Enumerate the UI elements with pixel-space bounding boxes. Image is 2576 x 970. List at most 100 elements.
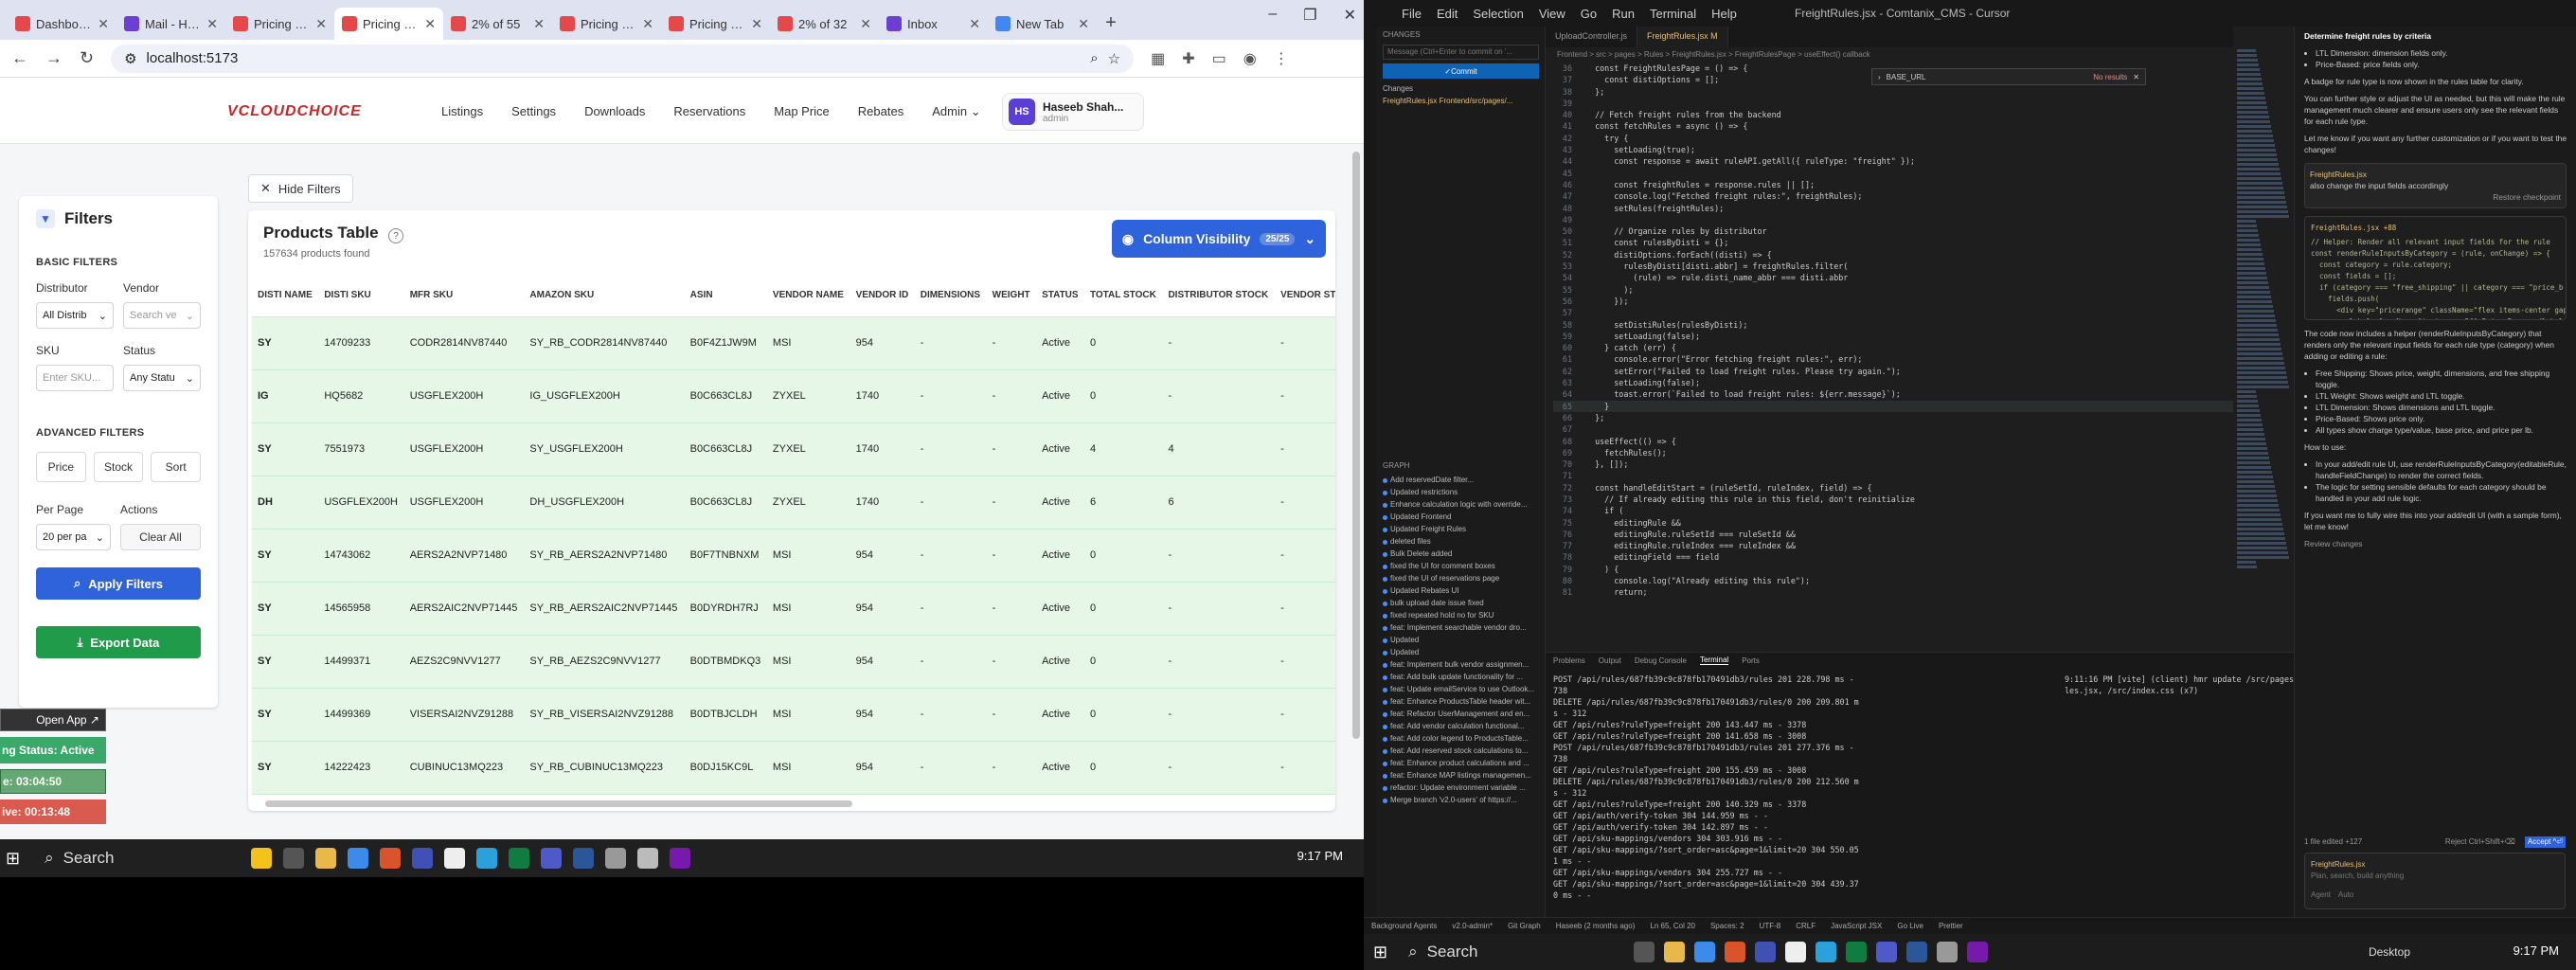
menu-item-edit[interactable]: Edit xyxy=(1437,7,1458,21)
task-view-icon[interactable] xyxy=(283,848,305,869)
code-line[interactable]: 61 console.error("Error fetching freight… xyxy=(1553,353,2233,365)
column-header[interactable]: VENDOR NAME xyxy=(766,275,850,317)
horizontal-scrollbar[interactable] xyxy=(265,800,852,807)
menu-item-selection[interactable]: Selection xyxy=(1473,7,1523,21)
code-line[interactable]: 45 xyxy=(1553,168,2233,179)
close-tab-icon[interactable]: ✕ xyxy=(424,16,436,32)
browser-tab[interactable]: Dashboard ✕ xyxy=(8,8,116,40)
code-line[interactable]: 67 xyxy=(1553,423,2233,435)
app-icon[interactable] xyxy=(412,848,434,869)
table-row[interactable]: SY 7551973 USGFLEX200H SY_USGFLEX200H B0C663… xyxy=(252,422,1335,476)
code-line[interactable]: 79 ) { xyxy=(1553,564,2233,575)
excel-icon[interactable] xyxy=(1846,942,1868,962)
menu-item-file[interactable]: File xyxy=(1402,7,1422,21)
code-line[interactable]: 49 xyxy=(1553,214,2233,225)
code-line[interactable]: 57 xyxy=(1553,307,2233,318)
table-row[interactable]: DH USGFLEX200H USGFLEX200H DH_USGFLEX200H B0… xyxy=(252,476,1335,530)
commit-entry[interactable]: Bulk Delete added xyxy=(1377,548,1545,560)
menu-item-go[interactable]: Go xyxy=(1581,7,1597,21)
browser-tab[interactable]: Pricing Calculator ✕ xyxy=(225,8,334,40)
code-line[interactable]: 53 rulesByDisti[disti.abbr] = freightRul… xyxy=(1553,260,2233,272)
windows-start-icon[interactable]: ⊞ xyxy=(1373,943,1387,962)
restore-checkpoint-button[interactable]: Restore checkpoint xyxy=(2310,191,2561,203)
code-line[interactable]: 71 xyxy=(1553,470,2233,481)
status-item[interactable]: Background Agents xyxy=(1371,922,1437,930)
code-line[interactable]: 69 fetchRules(); xyxy=(1553,447,2233,458)
commit-entry[interactable]: refactor: Update environment variable ..… xyxy=(1377,781,1545,794)
close-icon[interactable]: ✕ xyxy=(2133,73,2139,81)
browser-tab[interactable]: Inbox ✕ xyxy=(879,8,988,40)
table-row[interactable]: SY 14709233 CODR2814NV87440 SY_RB_CODR2814N… xyxy=(252,316,1335,370)
commit-entry[interactable]: Updated xyxy=(1377,646,1545,658)
table-row[interactable]: SY 14499369 VISERSAI2NVZ91288 SY_RB_VISERSA… xyxy=(252,688,1335,742)
table-row[interactable]: SY 14743062 AERS2A2NVP71480 SY_RB_AERS2A2NV… xyxy=(252,529,1335,583)
puzzle-icon[interactable]: ✚ xyxy=(1182,49,1194,68)
open-app-button[interactable]: Open App ↗ xyxy=(0,709,106,731)
accept-button[interactable]: Accept ^⏎ xyxy=(2524,836,2566,848)
extensions-icon[interactable]: ▦ xyxy=(1151,49,1165,68)
code-line[interactable]: 55 ); xyxy=(1553,284,2233,296)
price-filter-button[interactable]: Price xyxy=(36,452,86,482)
code-line[interactable]: 54 (rule) => rule.disti_name_abbr === di… xyxy=(1553,272,2233,283)
agent-mode-select[interactable]: Agent xyxy=(2311,889,2331,901)
task-view-icon[interactable] xyxy=(1634,942,1655,962)
code-line[interactable]: 66 }; xyxy=(1553,412,2233,423)
chrome-icon[interactable] xyxy=(1694,942,1716,962)
code-line[interactable]: 46 const freightRules = response.rules |… xyxy=(1553,179,2233,190)
clear-all-button[interactable]: Clear All xyxy=(120,524,201,550)
column-header[interactable]: DISTI NAME xyxy=(252,275,319,317)
commit-entry[interactable]: fixed the UI of reservations page xyxy=(1377,572,1545,584)
hide-filters-button[interactable]: ✕ Hide Filters xyxy=(248,174,353,203)
app-icon[interactable] xyxy=(476,848,498,869)
commit-entry[interactable]: feat: Add vendor calculation functional.… xyxy=(1377,720,1545,732)
taskbar-clock[interactable]: 9:17 PM xyxy=(1297,849,1343,863)
commit-entry[interactable]: Updated xyxy=(1377,634,1545,646)
close-tab-icon[interactable]: ✕ xyxy=(642,16,653,32)
context-file-chip[interactable]: FreightRules.jsx xyxy=(2311,859,2559,871)
sidebar-icon[interactable]: ▭ xyxy=(1212,49,1226,68)
code-line[interactable]: 42 try { xyxy=(1553,133,2233,144)
word-icon[interactable] xyxy=(573,848,595,869)
taskbar-clock[interactable]: 9:17 PM xyxy=(2513,943,2559,958)
column-visibility-button[interactable]: ◉ Column Visibility 25/25 ⌄ xyxy=(1112,220,1326,258)
files-edited[interactable]: 1 file edited +127 xyxy=(2304,836,2362,848)
commit-entry[interactable]: feat: Enhance ProductsTable header wit..… xyxy=(1377,695,1545,708)
chrome-icon[interactable] xyxy=(348,848,369,869)
taskbar-search[interactable]: ⌕ Search xyxy=(1397,938,1624,966)
changes-heading[interactable]: Changes xyxy=(1377,82,1545,95)
app-icon[interactable] xyxy=(1755,942,1777,962)
commit-entry[interactable]: Merge branch 'v2.0-users' of https://... xyxy=(1377,794,1545,806)
excel-icon[interactable] xyxy=(509,848,530,869)
code-line[interactable]: 73 // If already editing this rule in th… xyxy=(1553,494,2233,505)
menu-item-run[interactable]: Run xyxy=(1612,7,1635,21)
app-icon[interactable] xyxy=(605,848,627,869)
panel-tab-problems[interactable]: Problems xyxy=(1553,656,1585,665)
status-item[interactable]: UTF-8 xyxy=(1760,922,1781,930)
vendor-search-input[interactable]: Search ve ⌄ xyxy=(123,302,201,329)
commit-entry[interactable]: feat: Add color legend to ProductsTable.… xyxy=(1377,732,1545,745)
address-bar[interactable]: ⚙ localhost:5173 ⌕ ☆ xyxy=(111,44,1135,73)
profile-icon[interactable]: ◉ xyxy=(1243,49,1257,68)
maximize-icon[interactable]: ❐ xyxy=(1303,6,1316,25)
commit-entry[interactable]: Updated Rebates UI xyxy=(1377,584,1545,597)
code-line[interactable]: 50 // Organize rules by distributor xyxy=(1553,225,2233,237)
code-line[interactable]: 65 } xyxy=(1553,400,2233,412)
chat-input[interactable]: FreightRules.jsx Plan, search, build any… xyxy=(2304,853,2566,909)
commit-button[interactable]: ✓ Commit xyxy=(1383,63,1539,79)
apply-filters-button[interactable]: ⌕ Apply Filters xyxy=(36,567,201,600)
status-item[interactable]: JavaScript JSX xyxy=(1831,922,1882,930)
commit-entry[interactable]: bulk upload date issue fixed xyxy=(1377,597,1545,609)
commit-entry[interactable]: Add reservedDate filter... xyxy=(1377,474,1545,486)
commit-entry[interactable]: feat: Add reserved stock calculations to… xyxy=(1377,745,1545,757)
status-item[interactable]: Haseeb (2 months ago) xyxy=(1556,922,1636,930)
nav-reservations[interactable]: Reservations xyxy=(673,104,745,119)
firefox-icon[interactable] xyxy=(380,848,402,869)
commit-entry[interactable]: feat: Update emailService to use Outlook… xyxy=(1377,683,1545,695)
status-item[interactable]: Prettier xyxy=(1939,922,1963,930)
reload-icon[interactable]: ↻ xyxy=(80,48,94,68)
code-line[interactable]: 72 const handleEditStart = (ruleSetId, r… xyxy=(1553,482,2233,494)
menu-icon[interactable]: ⋮ xyxy=(1274,49,1289,68)
status-item[interactable]: v2.0-admin* xyxy=(1452,922,1493,930)
close-tab-icon[interactable]: ✕ xyxy=(751,16,762,32)
onenote-icon[interactable] xyxy=(670,848,691,869)
